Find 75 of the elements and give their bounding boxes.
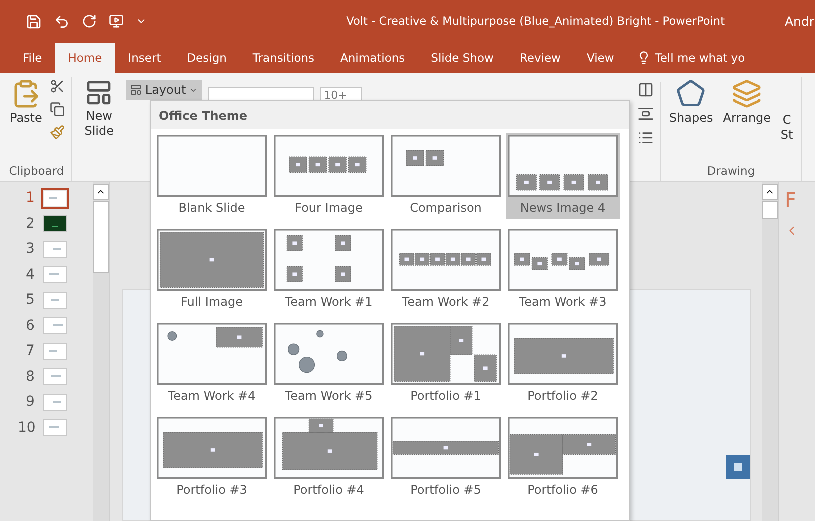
slide-number: 5: [26, 292, 36, 308]
layout-option[interactable]: Comparison: [389, 133, 503, 219]
slide-thumbnail[interactable]: [44, 292, 66, 308]
slide-number: 10: [18, 420, 36, 436]
layout-option[interactable]: Full Image: [155, 227, 269, 313]
layout-option[interactable]: Portfolio #2: [506, 321, 620, 407]
gallery-header: Office Theme: [151, 101, 629, 129]
scroll-thumb[interactable]: [762, 201, 778, 219]
slide-number: 6: [26, 318, 36, 334]
ribbon-tab[interactable]: Review: [506, 43, 574, 73]
scroll-up-icon[interactable]: [762, 184, 778, 200]
group-label: Drawing: [706, 164, 756, 180]
arrange-button[interactable]: Arrange: [721, 77, 774, 164]
paste-button[interactable]: Paste: [8, 77, 44, 164]
slide-thumbnail[interactable]: [44, 216, 66, 231]
slide-number: 9: [26, 394, 36, 410]
layout-option[interactable]: Portfolio #4: [272, 415, 386, 501]
picture-placeholder-icon[interactable]: [726, 455, 750, 479]
group-label: Clipboard: [8, 164, 66, 180]
new-slide-button[interactable]: New Slide: [78, 77, 120, 181]
slide-number: 8: [26, 368, 36, 384]
layout-option[interactable]: Team Work #5: [272, 321, 386, 407]
layout-option[interactable]: Four Image: [272, 133, 386, 219]
slide-number: 4: [26, 266, 36, 282]
redo-icon[interactable]: [82, 14, 97, 29]
ribbon-tab[interactable]: Slide Show: [418, 43, 507, 73]
layout-option[interactable]: Blank Slide: [155, 133, 269, 219]
window-title: Volt - Creative & Multipurpose (Blue_Animated) Bright - PowerPoint: [346, 15, 725, 28]
slide-number: 2: [26, 216, 36, 232]
ribbon-tab[interactable]: File: [10, 43, 56, 73]
slide-thumbnail[interactable]: [44, 394, 66, 410]
ribbon-tab[interactable]: Transitions: [240, 43, 328, 73]
paintbrush-icon[interactable]: [50, 125, 66, 140]
layout-option[interactable]: Team Work #3: [506, 227, 620, 313]
scroll-up-icon[interactable]: [93, 184, 109, 200]
slide-thumbnail[interactable]: [44, 267, 66, 282]
ribbon-tab[interactable]: Insert: [115, 43, 174, 73]
slide-thumbnail[interactable]: [44, 318, 66, 333]
user-name[interactable]: Andr: [785, 14, 815, 29]
slide-layout-icon: [85, 79, 114, 107]
copy-icon[interactable]: [50, 102, 66, 117]
slide-thumbnail[interactable]: [44, 344, 66, 358]
slide-thumbnail[interactable]: [44, 190, 66, 206]
pane-title: F: [785, 188, 798, 212]
slide-thumbnail[interactable]: [44, 242, 66, 256]
slide-thumbnail[interactable]: [44, 369, 66, 384]
layout-option[interactable]: Portfolio #6: [506, 415, 620, 501]
slide-thumbnail[interactable]: [44, 420, 66, 435]
slide-number: 1: [26, 190, 36, 206]
shapes-button[interactable]: Shapes: [667, 77, 716, 164]
ribbon-tab[interactable]: Animations: [328, 43, 418, 73]
slide-number: 3: [26, 241, 36, 257]
layout-option[interactable]: Team Work #1: [272, 227, 386, 313]
ribbon-tab[interactable]: View: [574, 43, 628, 73]
scissors-icon[interactable]: [50, 79, 66, 94]
layout-option[interactable]: Portfolio #3: [155, 415, 269, 501]
layout-button[interactable]: Layout: [126, 80, 202, 100]
pentagon-icon: [676, 79, 706, 109]
layout-option[interactable]: News Image 4: [506, 133, 620, 219]
slide-number: 7: [26, 343, 36, 359]
ribbon-tab[interactable]: Design: [174, 43, 240, 73]
undo-icon[interactable]: [54, 14, 70, 30]
layout-option[interactable]: Portfolio #1: [389, 321, 503, 407]
quick-styles-button[interactable]: C St: [779, 77, 796, 164]
presentation-icon[interactable]: [109, 14, 124, 29]
ribbon-tab[interactable]: Home: [55, 43, 116, 73]
layout-option[interactable]: Team Work #2: [389, 227, 503, 313]
scroll-thumb[interactable]: [93, 201, 109, 273]
save-icon[interactable]: [26, 14, 42, 30]
tell-me-field[interactable]: Tell me what yo: [627, 43, 746, 73]
layers-icon: [732, 79, 762, 109]
layout-option[interactable]: Portfolio #5: [389, 415, 503, 501]
align-text-icon[interactable]: [638, 106, 654, 122]
slide-layout-icon: [130, 84, 142, 96]
layout-option[interactable]: Team Work #4: [155, 321, 269, 407]
